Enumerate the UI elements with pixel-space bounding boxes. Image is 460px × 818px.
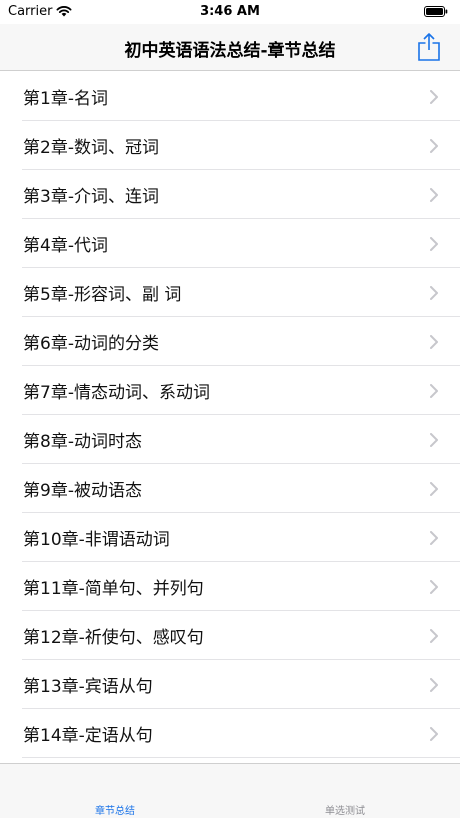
- chapter-title: 第1章-名词: [23, 89, 108, 109]
- share-button[interactable]: [414, 30, 444, 64]
- chapter-title: 第7章-情态动词、系动词: [23, 383, 210, 403]
- chapter-row[interactable]: 第10章-非谓语动词: [0, 513, 460, 562]
- chapter-title: 第5章-形容词、副 词: [23, 285, 182, 305]
- chapter-title: 第6章-动词的分类: [23, 334, 159, 354]
- chapter-row[interactable]: 第8章-动词时态: [0, 415, 460, 464]
- share-icon: [418, 33, 440, 61]
- chapter-row[interactable]: 第12章-祈使句、感叹句: [0, 611, 460, 660]
- chevron-right-icon: [430, 383, 438, 398]
- navigation-bar: 初中英语语法总结-章节总结: [0, 24, 460, 71]
- chapter-row[interactable]: 第14章-定语从句: [0, 709, 460, 758]
- chapter-row[interactable]: 第7章-情态动词、系动词: [0, 366, 460, 415]
- chapter-title: 第12章-祈使句、感叹句: [23, 628, 204, 648]
- chapter-title: 第10章-非谓语动词: [23, 530, 170, 550]
- tab-bar: 章节总结 单选测试: [0, 763, 460, 818]
- chapter-row[interactable]: 第1章-名词: [0, 72, 460, 121]
- chapter-title: 第11章-简单句、并列句: [23, 579, 204, 599]
- chapter-row[interactable]: 第5章-形容词、副 词: [0, 268, 460, 317]
- chevron-right-icon: [430, 530, 438, 545]
- chevron-right-icon: [430, 677, 438, 692]
- chevron-right-icon: [430, 726, 438, 741]
- chapter-title: 第4章-代词: [23, 236, 108, 256]
- tab-chapter-summary[interactable]: 章节总结: [0, 764, 230, 818]
- status-time: 3:46 AM: [200, 4, 260, 19]
- chapter-list: 第1章-名词 第2章-数词、冠词 第3章-介词、连词 第4章-代词 第5章-形容…: [0, 72, 460, 762]
- status-bar: Carrier 3:46 AM: [0, 0, 460, 24]
- chevron-right-icon: [430, 89, 438, 104]
- chevron-right-icon: [430, 628, 438, 643]
- chapter-title: 第9章-被动语态: [23, 481, 142, 501]
- chevron-right-icon: [430, 285, 438, 300]
- chapter-row[interactable]: 第2章-数词、冠词: [0, 121, 460, 170]
- chapter-title: 第3章-介词、连词: [23, 187, 159, 207]
- chapter-row[interactable]: 第4章-代词: [0, 219, 460, 268]
- chapter-row[interactable]: 第9章-被动语态: [0, 464, 460, 513]
- chevron-right-icon: [430, 481, 438, 496]
- tab-label: 单选测试: [325, 806, 365, 817]
- chevron-right-icon: [430, 187, 438, 202]
- chevron-right-icon: [430, 432, 438, 447]
- chapter-row[interactable]: 第6章-动词的分类: [0, 317, 460, 366]
- battery-icon: [424, 6, 448, 17]
- chevron-right-icon: [430, 334, 438, 349]
- chapter-row[interactable]: 第13章-宾语从句: [0, 660, 460, 709]
- chevron-right-icon: [430, 236, 438, 251]
- chapter-title: 第13章-宾语从句: [23, 677, 153, 697]
- chapter-row[interactable]: 第3章-介词、连词: [0, 170, 460, 219]
- tab-label: 章节总结: [95, 806, 135, 817]
- chapter-title: 第14章-定语从句: [23, 726, 153, 746]
- tab-single-choice-test[interactable]: 单选测试: [230, 764, 460, 818]
- chapter-row[interactable]: 第11章-简单句、并列句: [0, 562, 460, 611]
- row-divider: [22, 757, 460, 758]
- app-screen: Carrier 3:46 AM 初中英语语法总结-章节总结 第1章-名词 第2章…: [0, 0, 460, 818]
- page-title: 初中英语语法总结-章节总结: [124, 41, 336, 61]
- chevron-right-icon: [430, 138, 438, 153]
- chevron-right-icon: [430, 579, 438, 594]
- chapter-title: 第8章-动词时态: [23, 432, 142, 452]
- chapter-title: 第2章-数词、冠词: [23, 138, 159, 158]
